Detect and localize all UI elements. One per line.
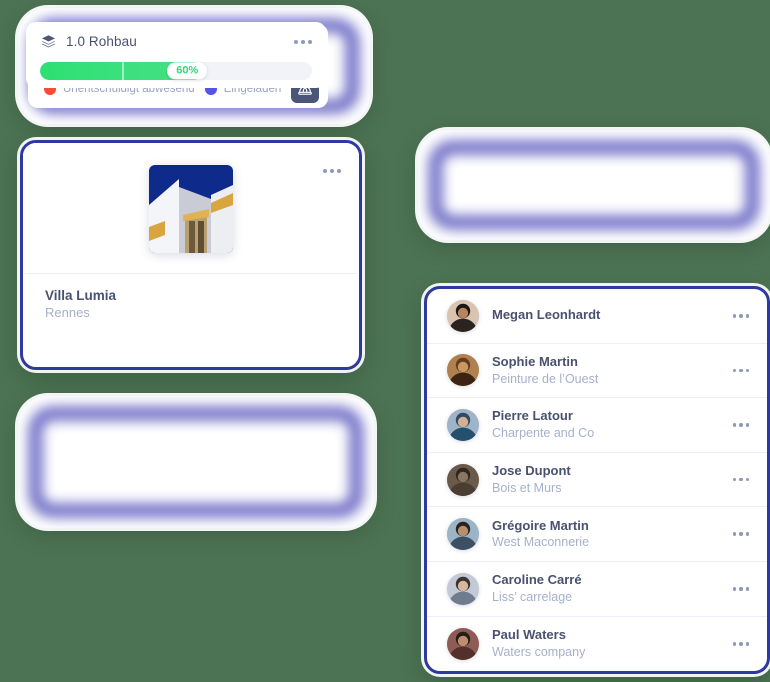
person-more-options-button[interactable]: [732, 587, 749, 591]
avatar-megan-leonhardt: [447, 299, 479, 332]
project-card[interactable]: Villa Lumia Rennes: [20, 140, 362, 370]
project-city: Rennes: [45, 305, 90, 320]
person-company: Charpente and Co: [492, 426, 595, 441]
progress-segment-divider: [121, 62, 124, 80]
project-more-options-button[interactable]: [323, 169, 341, 173]
person-more-options-button[interactable]: [732, 477, 749, 482]
person-name: Jose Dupont: [492, 463, 571, 478]
building-photo: [149, 165, 233, 253]
progress-card-glow: [418, 130, 770, 240]
progress-card[interactable]: 1.0 Rohbau 60%: [26, 22, 326, 88]
person-company: Liss’ carrelage: [492, 590, 573, 605]
table-row[interactable]: Caroline Carré Liss’ carrelage: [427, 562, 767, 617]
person-more-options-button[interactable]: [732, 642, 749, 646]
avatar: [447, 463, 479, 496]
person-more-options-button[interactable]: [732, 314, 749, 318]
avatar: [447, 518, 479, 551]
person-name: Caroline Carré: [492, 572, 582, 588]
avatar: [447, 627, 479, 660]
avatar: [447, 408, 479, 441]
avatar-sophie-martin: [447, 354, 479, 387]
person-more-options-button[interactable]: [732, 423, 749, 427]
person-company: West Maconnerie: [492, 535, 590, 550]
person-company: Peinture de l’Ouest: [492, 371, 599, 386]
person-name: Megan Leonhardt: [492, 307, 601, 323]
person-name: Sophie Martin: [492, 353, 578, 369]
avatar-pierre-latour: [447, 408, 479, 441]
avatar: [447, 572, 479, 605]
people-list-card: Megan Leonhardt Sophie Martin Peinture de …: [424, 286, 770, 674]
person-name: Paul Waters: [492, 627, 566, 643]
person-name: Pierre Latour: [492, 408, 573, 424]
person-name: Grégoire Martin: [492, 517, 589, 533]
table-row[interactable]: Paul Waters Waters company: [427, 617, 767, 671]
table-row[interactable]: Grégoire Martin West Maconnerie: [427, 507, 767, 562]
table-row[interactable]: Sophie Martin Peinture de l’Ouest: [427, 344, 767, 399]
progress-bar[interactable]: 60%: [40, 62, 312, 80]
progress-title: 1.0 Rohbau: [66, 34, 137, 49]
project-name: Villa Lumia: [45, 288, 117, 303]
project-photo-area: [23, 143, 359, 273]
person-more-options-button[interactable]: [732, 532, 749, 536]
legend-card-glow: [18, 396, 374, 528]
person-company: Bois et Murs: [492, 480, 562, 495]
avatar-jose-dupont: [447, 463, 479, 496]
avatar: [447, 354, 479, 387]
avatar-gregoire-martin: [447, 518, 479, 551]
progress-more-options-button[interactable]: [294, 39, 312, 44]
table-row[interactable]: Megan Leonhardt: [427, 289, 767, 344]
screenshot-stage: Heute Baustellenbegehung 1: [0, 0, 770, 682]
person-company: Waters company: [492, 645, 586, 660]
avatar: [447, 299, 479, 332]
table-row[interactable]: Pierre Latour Charpente and Co: [427, 398, 767, 453]
layers-icon: [41, 35, 56, 48]
avatar-paul-waters: [447, 627, 479, 660]
avatar-caroline-carre: [447, 572, 479, 605]
table-row[interactable]: Jose Dupont Bois et Murs: [427, 453, 767, 508]
project-photo-thumbnail: [149, 165, 233, 253]
person-more-options-button[interactable]: [732, 368, 749, 373]
progress-percent-badge: 60%: [167, 62, 208, 80]
